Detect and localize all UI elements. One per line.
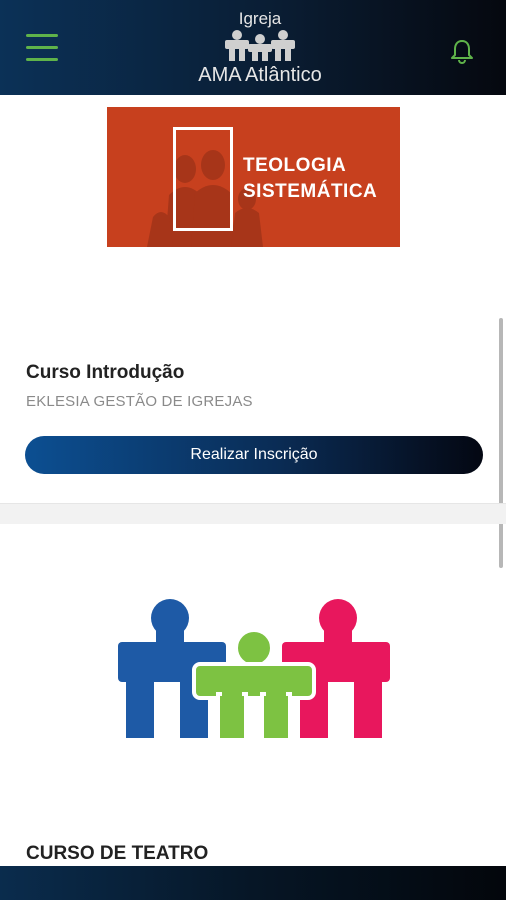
menu-button[interactable]	[26, 34, 58, 62]
church-logo: Igreja AMA Atlântico	[180, 10, 340, 92]
banner-frame	[173, 127, 233, 231]
menu-line	[26, 34, 58, 37]
enroll-button[interactable]: Realizar Inscrição	[25, 436, 483, 474]
course-title: Curso Introdução	[26, 362, 185, 383]
logo-bottom-text: AMA Atlântico	[198, 64, 322, 86]
course-banner-image[interactable]: TEOLOGIA SISTEMÁTICA	[107, 107, 400, 247]
logo-puzzle-icon	[225, 30, 295, 61]
bottom-navigation-bar	[0, 866, 506, 900]
puzzle-people-logo[interactable]	[118, 598, 390, 742]
menu-line	[26, 58, 58, 61]
banner-title-line2: SISTEMÁTICA	[243, 181, 378, 202]
app-header: Igreja AMA Atlântico	[0, 0, 506, 95]
course-title: CURSO DE TEATRO	[26, 843, 209, 864]
menu-line	[26, 46, 58, 49]
notification-button[interactable]	[450, 38, 474, 65]
scrollbar[interactable]	[499, 318, 503, 568]
logo-top-text: Igreja	[238, 9, 282, 28]
section-divider	[0, 503, 506, 524]
banner-title-line1: TEOLOGIA	[243, 155, 347, 176]
banner-title: TEOLOGIA SISTEMÁTICA	[243, 153, 377, 205]
bell-icon	[451, 40, 473, 65]
course-subtitle: EKLESIA GESTÃO DE IGREJAS	[26, 393, 253, 410]
